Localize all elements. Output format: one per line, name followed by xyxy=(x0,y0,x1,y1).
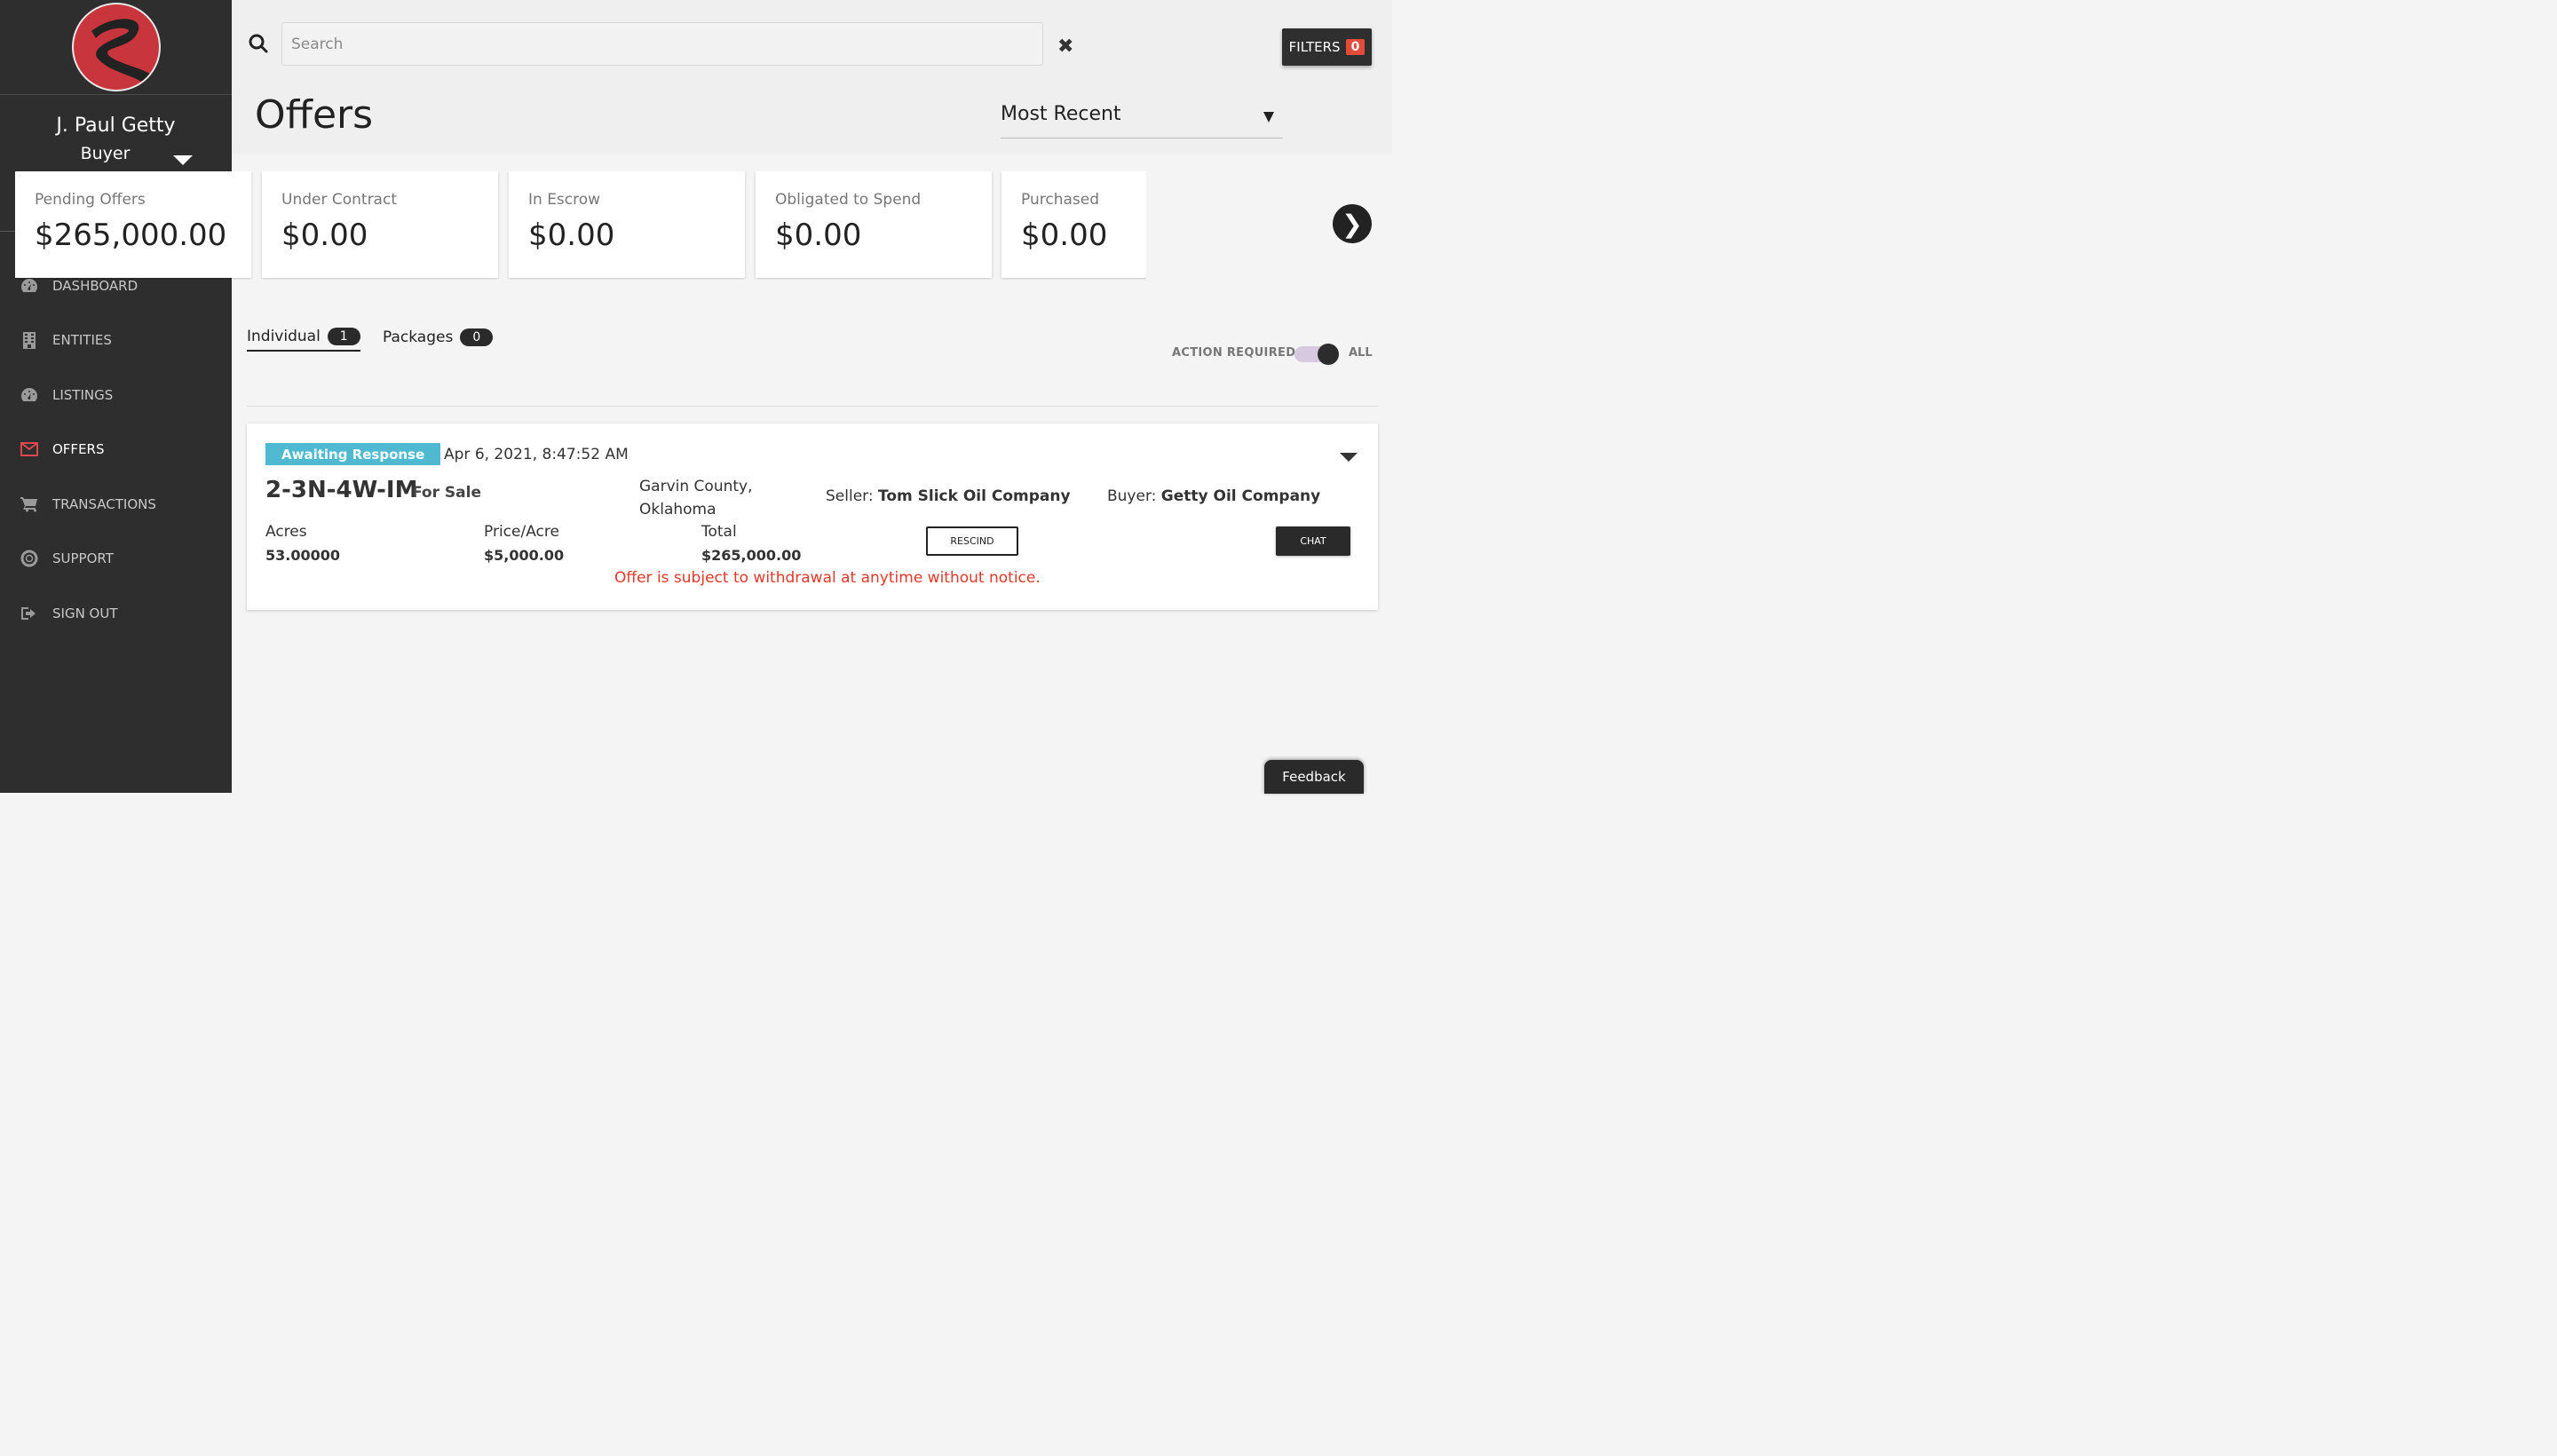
chevron-down-icon[interactable] xyxy=(1340,453,1358,462)
offer-timestamp: Apr 6, 2021, 8:47:52 AM xyxy=(444,446,629,463)
sidebar-item-label: LISTINGS xyxy=(52,386,114,403)
sidebar: J. Paul Getty Buyer DASHBOARD ENTITIES L… xyxy=(0,0,232,793)
lifebuoy-icon xyxy=(20,549,39,568)
divider xyxy=(247,406,1378,407)
filters-count-badge: 0 xyxy=(1345,39,1366,55)
sidebar-item-offers[interactable]: OFFERS xyxy=(0,423,232,478)
tab-individual[interactable]: Individual 1 xyxy=(247,323,360,352)
summary-card-value: $0.00 xyxy=(528,218,615,253)
tab-count-badge: 0 xyxy=(460,328,494,346)
summary-card-label: Pending Offers xyxy=(35,191,146,209)
tab-count-badge: 1 xyxy=(327,328,360,345)
sidebar-item-transactions[interactable]: TRANSACTIONS xyxy=(0,477,232,532)
all-label: ALL xyxy=(1349,346,1373,360)
sidebar-item-entities[interactable]: ENTITIES xyxy=(0,313,232,368)
total-label: Total xyxy=(701,523,737,541)
company-logo[interactable] xyxy=(71,3,161,91)
dashboard-icon xyxy=(20,385,39,405)
summary-card-value: $265,000.00 xyxy=(35,218,227,253)
offer-card: Awaiting Response Apr 6, 2021, 8:47:52 A… xyxy=(247,423,1378,610)
chevron-down-icon[interactable] xyxy=(173,155,193,165)
sidebar-item-label: SUPPORT xyxy=(52,550,114,567)
summary-card-label: In Escrow xyxy=(528,191,601,209)
page-title: Offers xyxy=(255,92,374,138)
summary-card-pending-offers: Pending Offers $265,000.00 xyxy=(15,171,251,278)
filters-label: FILTERS xyxy=(1288,39,1341,55)
sort-dropdown[interactable]: Most Recent xyxy=(1001,103,1283,138)
top-bar: ✖ FILTERS 0 Offers Most Recent xyxy=(232,0,1392,154)
price-per-acre-value: $5,000.00 xyxy=(484,547,565,564)
sidebar-item-sign-out[interactable]: SIGN OUT xyxy=(0,586,232,641)
listing-status: For Sale xyxy=(412,484,481,502)
acres-value: 53.00000 xyxy=(265,547,341,564)
search-input[interactable] xyxy=(281,22,1043,66)
sidebar-item-label: OFFERS xyxy=(52,441,105,458)
action-required-toggle[interactable] xyxy=(1294,344,1339,365)
seller-info: Seller: Tom Slick Oil Company xyxy=(826,487,1071,505)
action-required-label: ACTION REQUIRED xyxy=(1172,346,1296,360)
tab-packages[interactable]: Packages 0 xyxy=(383,323,494,352)
sort-selected-value: Most Recent xyxy=(1001,103,1121,125)
summary-card-obligated-to-spend: Obligated to Spend $0.00 xyxy=(756,171,992,278)
cart-icon xyxy=(20,495,39,514)
offer-location: Garvin County, Oklahoma xyxy=(639,478,753,518)
price-per-acre-label: Price/Acre xyxy=(484,523,559,541)
summary-card-label: Purchased xyxy=(1021,191,1099,209)
user-role[interactable]: Buyer xyxy=(81,144,131,163)
summary-card-value: $0.00 xyxy=(775,218,862,253)
envelope-icon xyxy=(20,439,39,459)
rescind-button[interactable]: RESCIND xyxy=(926,526,1018,556)
buyer-name: Getty Oil Company xyxy=(1160,487,1321,505)
summary-card-label: Obligated to Spend xyxy=(775,191,922,209)
seller-label: Seller: xyxy=(826,487,874,505)
seller-name: Tom Slick Oil Company xyxy=(877,487,1071,505)
buyer-info: Buyer: Getty Oil Company xyxy=(1107,487,1320,505)
buyer-label: Buyer: xyxy=(1107,487,1157,505)
caret-down-icon xyxy=(1263,112,1274,123)
tab-label: Packages xyxy=(383,328,454,346)
withdrawal-notice: Offer is subject to withdrawal at anytim… xyxy=(614,569,1041,587)
summary-card-label: Under Contract xyxy=(281,191,397,209)
sidebar-item-support[interactable]: SUPPORT xyxy=(0,532,232,587)
logo-area xyxy=(0,0,232,95)
summary-card-in-escrow: In Escrow $0.00 xyxy=(509,171,745,278)
main-content: ✖ FILTERS 0 Offers Most Recent xyxy=(232,0,1392,793)
status-badge: Awaiting Response xyxy=(265,443,441,465)
close-icon[interactable]: ✖ xyxy=(1057,36,1073,58)
sidebar-item-label: DASHBOARD xyxy=(52,277,139,294)
offer-id: 2-3N-4W-IM xyxy=(265,477,418,503)
sidebar-item-label: SIGN OUT xyxy=(52,605,118,621)
search-icon[interactable] xyxy=(249,34,268,57)
user-name: J. Paul Getty xyxy=(56,115,176,137)
tab-label: Individual xyxy=(247,328,321,345)
acres-label: Acres xyxy=(265,523,307,541)
summary-card-purchased: Purchased $0.00 xyxy=(1001,171,1146,278)
chevron-right-icon[interactable]: ❯ xyxy=(1333,204,1372,243)
total-value: $265,000.00 xyxy=(701,547,802,564)
sidebar-item-label: TRANSACTIONS xyxy=(52,495,156,512)
sidebar-nav: DASHBOARD ENTITIES LISTINGS OFFERS TRANS… xyxy=(0,258,232,641)
summary-cards: Pending Offers $265,000.00 Under Contrac… xyxy=(15,171,1146,280)
summary-card-value: $0.00 xyxy=(281,218,368,253)
toggle-knob[interactable] xyxy=(1318,344,1339,365)
sidebar-item-listings[interactable]: LISTINGS xyxy=(0,368,232,423)
sign-out-icon xyxy=(20,604,39,623)
chat-button[interactable]: CHAT xyxy=(1276,526,1350,556)
summary-card-value: $0.00 xyxy=(1021,218,1108,253)
sidebar-item-label: ENTITIES xyxy=(52,332,112,349)
feedback-button[interactable]: Feedback xyxy=(1264,760,1364,794)
filters-button[interactable]: FILTERS 0 xyxy=(1282,28,1372,66)
summary-card-under-contract: Under Contract $0.00 xyxy=(262,171,498,278)
building-icon xyxy=(20,330,39,350)
